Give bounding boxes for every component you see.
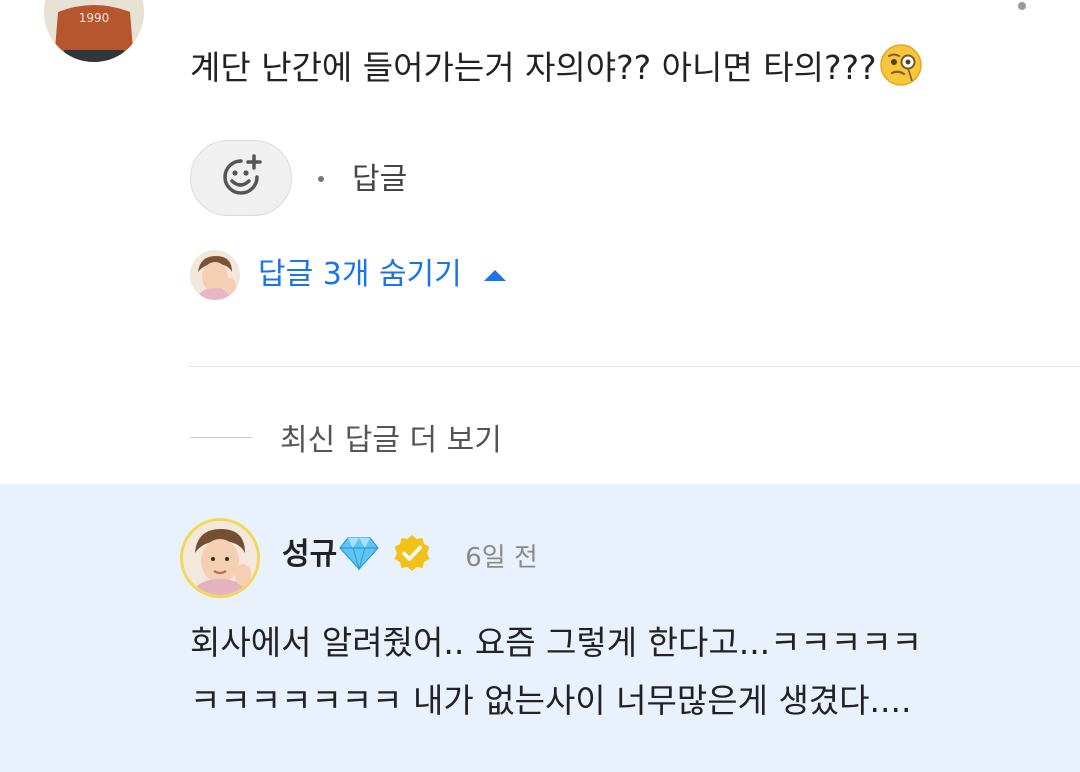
face-with-monocle-icon xyxy=(879,43,923,102)
commenter-avatar-image: 1990 xyxy=(44,0,144,62)
indent-line xyxy=(190,436,252,438)
diamond-icon xyxy=(339,535,379,575)
comment-body: 계단 난간에 들어가는거 자의야?? 아니면 타의??? xyxy=(190,42,923,102)
hide-replies-toggle[interactable]: 답글 3개 숨기기 xyxy=(190,250,506,300)
separator-dot xyxy=(318,176,324,182)
hide-replies-label: 답글 3개 숨기기 xyxy=(258,257,462,292)
verified-icon xyxy=(393,534,431,576)
reply-header: 성규 6일 전 xyxy=(282,530,538,580)
load-latest-replies-button[interactable]: 최신 답글 더 보기 xyxy=(190,414,502,460)
reply-body: 회사에서 알려줬어.. 요즘 그렇게 한다고...ㅋㅋㅋㅋㅋ ㅋㅋㅋㅋㅋㅋㅋ 내… xyxy=(190,614,922,730)
caret-up-icon xyxy=(483,269,506,281)
reply-text-line: 회사에서 알려줬어.. 요즘 그렇게 한다고...ㅋㅋㅋㅋㅋ xyxy=(190,623,922,662)
reply-timestamp: 6일 전 xyxy=(465,542,538,573)
load-latest-replies-label: 최신 답글 더 보기 xyxy=(280,423,502,458)
add-reaction-button[interactable] xyxy=(190,140,292,216)
divider xyxy=(188,366,1080,367)
reply-author-name[interactable]: 성규 xyxy=(282,530,337,580)
reply-author-avatar-small xyxy=(190,250,240,300)
svg-text:1990: 1990 xyxy=(79,11,110,25)
reply-author-avatar[interactable] xyxy=(180,518,260,598)
reply-text-line: ㅋㅋㅋㅋㅋㅋㅋ 내가 없는사이 너무많은게 생겼다.... xyxy=(190,681,912,720)
commenter-avatar[interactable]: 1990 xyxy=(44,0,144,62)
reply-button[interactable]: 답글 xyxy=(352,158,407,202)
add-reaction-smiley-icon xyxy=(217,152,265,204)
comment-text: 계단 난간에 들어가는거 자의야?? 아니면 타의??? xyxy=(190,48,877,87)
more-options-icon[interactable] xyxy=(1018,2,1026,10)
